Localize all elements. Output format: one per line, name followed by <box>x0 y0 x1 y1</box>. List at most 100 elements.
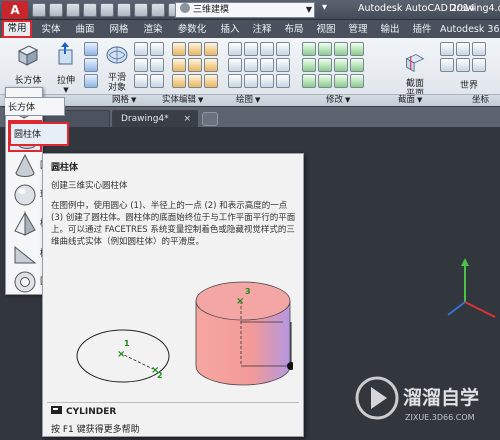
redo-icon[interactable] <box>134 3 148 17</box>
rectangle-icon[interactable] <box>244 74 258 88</box>
panel-label-solid-editing[interactable]: 实体编辑 ▼ <box>162 95 203 106</box>
extrude-faces-icon[interactable] <box>188 74 202 88</box>
svg-text:×: × <box>117 349 125 360</box>
point-label-3: 3 <box>245 287 251 296</box>
rotate3d-icon[interactable] <box>318 42 332 56</box>
smooth-object-button[interactable]: 平滑 对象 <box>104 42 130 93</box>
draw-tools-grid <box>228 42 290 88</box>
mesh-convert-icon[interactable] <box>150 74 164 88</box>
array-icon[interactable] <box>350 42 364 56</box>
intersect-icon[interactable] <box>204 42 218 56</box>
tab-mesh[interactable]: 网格 <box>104 22 134 38</box>
ucs-origin-icon[interactable] <box>456 42 470 56</box>
panel-label-draw[interactable]: 绘图 ▼ <box>236 95 260 106</box>
tab-manage[interactable]: 管理 <box>344 22 372 38</box>
panel-label-modify[interactable]: 修改 ▼ <box>326 95 350 106</box>
polygon-icon[interactable] <box>228 74 242 88</box>
tooltip-subtitle: 创建三维实心圆柱体 <box>51 181 128 191</box>
close-icon[interactable]: × <box>183 111 191 127</box>
tab-annotate[interactable]: 注释 <box>248 22 276 38</box>
extrude-icon <box>58 42 73 65</box>
menu-label-box[interactable]: 长方体 <box>5 97 65 116</box>
tab-parametric[interactable]: 参数化 <box>172 22 212 38</box>
ucs-axis-icon: Y <box>447 258 496 318</box>
tab-insert[interactable]: 插入 <box>216 22 244 38</box>
line-icon[interactable] <box>228 42 242 56</box>
helix-icon[interactable] <box>276 58 290 72</box>
align-icon[interactable] <box>334 42 348 56</box>
new-file-icon[interactable] <box>32 3 46 17</box>
plot-icon[interactable] <box>151 3 165 17</box>
ucs-icon[interactable] <box>440 42 454 56</box>
ucs-view-icon[interactable] <box>440 58 454 72</box>
ellipse-icon[interactable] <box>244 58 258 72</box>
slice-icon[interactable] <box>188 58 202 72</box>
ucs-3point-icon[interactable] <box>472 58 486 72</box>
trim-icon[interactable] <box>302 74 316 88</box>
move-icon[interactable] <box>302 42 316 56</box>
save-icon[interactable] <box>66 3 80 17</box>
workspace-dropdown[interactable]: 三维建模 ▼ <box>175 2 315 18</box>
mirror-icon[interactable] <box>302 58 316 72</box>
tab-surface[interactable]: 曲面 <box>70 22 100 38</box>
customize-qat-icon[interactable]: ▾ <box>322 2 327 13</box>
panel-label-section[interactable]: 截面 ▼ <box>398 95 422 106</box>
panel-label-mesh[interactable]: 网格 ▼ <box>112 95 136 106</box>
tab-addins[interactable]: 插件 <box>408 22 436 38</box>
presspull-icon[interactable] <box>84 42 98 56</box>
tab-view[interactable]: 视图 <box>312 22 340 38</box>
hatch-icon[interactable] <box>260 74 274 88</box>
arc-icon[interactable] <box>260 42 274 56</box>
modify-tools-grid <box>302 42 364 88</box>
drawing-tab-active[interactable]: Drawing4* × <box>112 110 198 127</box>
explode-icon[interactable] <box>334 74 348 88</box>
section-plane-button[interactable]: 截面 平面 <box>398 52 432 99</box>
watermark-text: 溜溜自学 <box>403 386 479 409</box>
tab-home[interactable]: 常用 <box>2 20 32 38</box>
erase-icon[interactable] <box>350 74 364 88</box>
thicken-icon[interactable] <box>204 58 218 72</box>
tab-solid[interactable]: 实体 <box>36 22 66 38</box>
point-icon[interactable] <box>260 58 274 72</box>
mesh-crease-icon[interactable] <box>150 42 164 56</box>
fillet-icon[interactable] <box>350 58 364 72</box>
smooth-object-label: 平滑 对象 <box>107 73 126 93</box>
tab-output[interactable]: 输出 <box>376 22 404 38</box>
open-file-icon[interactable] <box>49 3 63 17</box>
undo-icon[interactable] <box>117 3 131 17</box>
polyline-icon[interactable] <box>244 42 258 56</box>
mesh-split-icon[interactable] <box>150 58 164 72</box>
extrude-button[interactable]: 拉伸 ▼ <box>52 42 80 94</box>
subtract-icon[interactable] <box>188 42 202 56</box>
tooltip-help: 按 F1 键获得更多帮助 <box>51 425 140 435</box>
sweep-icon[interactable] <box>84 58 98 72</box>
ucs-face-icon[interactable] <box>472 42 486 56</box>
autocad-logo-button[interactable]: A <box>2 1 28 19</box>
panel-label-coordinates[interactable]: 坐标 <box>472 95 489 106</box>
union-icon[interactable] <box>172 42 186 56</box>
save-as-icon[interactable] <box>83 3 97 17</box>
mesh-refine-icon[interactable] <box>134 58 148 72</box>
tab-render[interactable]: 渲染 <box>138 22 168 38</box>
tab-autodesk360[interactable]: Autodesk 360 <box>440 22 500 38</box>
tab-layout[interactable]: 布局 <box>280 22 308 38</box>
menu-label-cylinder[interactable]: 圆柱体 <box>9 122 69 146</box>
mesh-smooth-icon[interactable] <box>134 74 148 88</box>
drawing-tab-bar: Drawing4* × <box>0 107 500 127</box>
separate-icon[interactable] <box>204 74 218 88</box>
offset-icon[interactable] <box>334 58 348 72</box>
spline-icon[interactable] <box>276 42 290 56</box>
ucs-object-icon[interactable] <box>456 58 470 72</box>
interfere-icon[interactable] <box>172 58 186 72</box>
loft-icon[interactable] <box>84 74 98 88</box>
circle-icon[interactable] <box>228 58 242 72</box>
scale-icon[interactable] <box>318 58 332 72</box>
region-icon[interactable] <box>276 74 290 88</box>
stretch-icon[interactable] <box>318 74 332 88</box>
extract-edges-icon[interactable] <box>172 74 186 88</box>
command-line-icon <box>51 406 62 414</box>
solid-editing-grid <box>172 42 218 88</box>
mesh-box-icon[interactable] <box>134 42 148 56</box>
new-drawing-tab-button[interactable] <box>202 112 218 126</box>
print-icon[interactable] <box>100 3 114 17</box>
